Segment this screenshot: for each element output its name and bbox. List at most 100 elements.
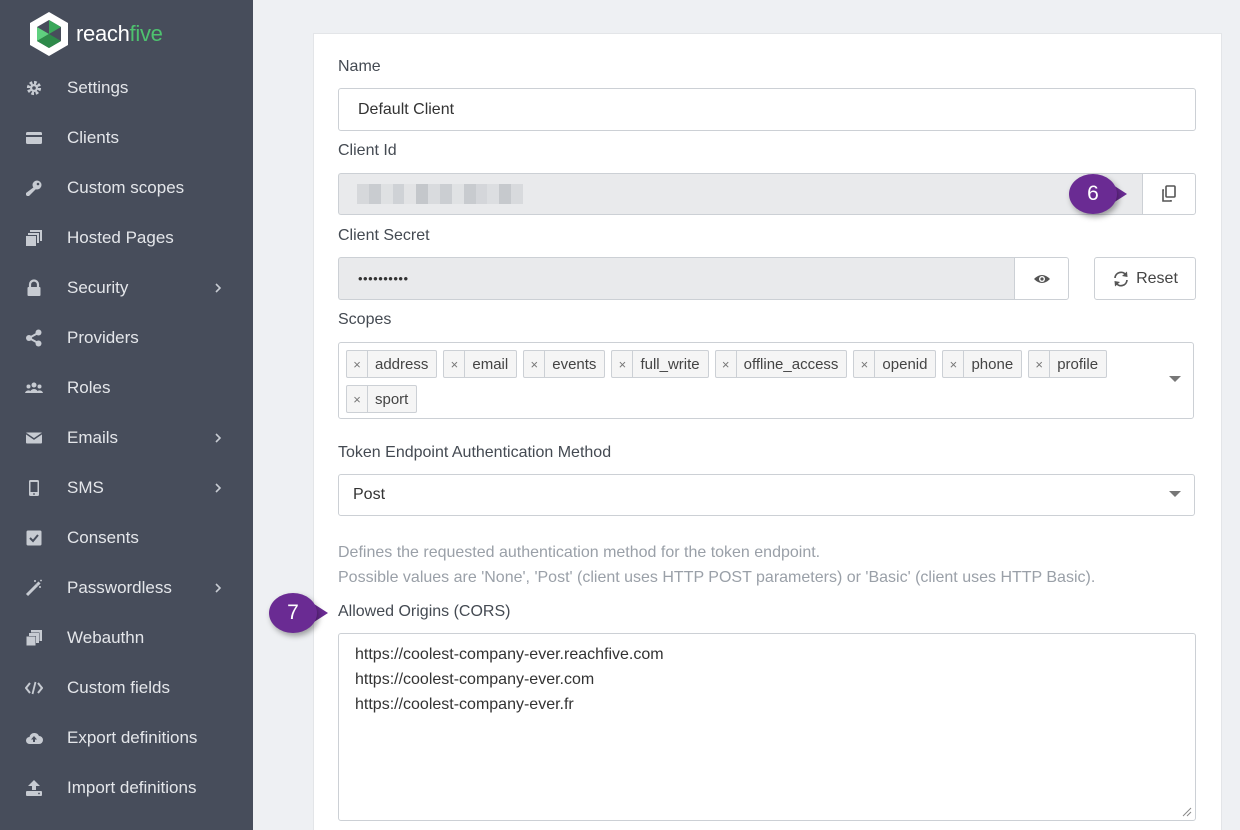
- origin-line: https://coolest-company-ever.fr: [355, 696, 574, 713]
- sidebar-item-label: Settings: [67, 78, 129, 97]
- key-icon: [24, 178, 44, 198]
- phone-icon: [24, 478, 44, 498]
- sidebar-nav: Settings Clients Custom scopes Hosted Pa…: [0, 63, 253, 813]
- chevron-right-icon: [215, 283, 222, 293]
- copy-client-id-button[interactable]: [1142, 173, 1196, 215]
- scope-tag: × full_write: [611, 350, 709, 378]
- callout-6-number: 6: [1087, 182, 1099, 205]
- sidebar-item-label: Hosted Pages: [67, 228, 174, 247]
- sidebar-item-sms[interactable]: SMS: [0, 463, 253, 513]
- sidebar-item-roles[interactable]: Roles: [0, 363, 253, 413]
- sidebar-item-security[interactable]: Security: [0, 263, 253, 313]
- sidebar-item-label: Security: [67, 278, 129, 297]
- scopes-multiselect[interactable]: × address × email × events × full_write × off…: [338, 342, 1194, 419]
- remove-tag-icon[interactable]: ×: [347, 351, 368, 377]
- chevron-right-icon: [215, 483, 222, 493]
- token-method-caret-icon[interactable]: [1169, 491, 1181, 497]
- code-icon: [24, 678, 44, 698]
- sidebar-item-label: Custom fields: [67, 678, 170, 697]
- allowed-origins-label: Allowed Origins (CORS): [338, 603, 511, 620]
- scope-tag: × address: [346, 350, 438, 378]
- sidebar-item-export-definitions[interactable]: Export definitions: [0, 713, 253, 763]
- remove-tag-icon[interactable]: ×: [854, 351, 876, 377]
- sidebar-item-custom-fields[interactable]: Custom fields: [0, 663, 253, 713]
- sidebar-item-import-definitions[interactable]: Import definitions: [0, 763, 253, 813]
- client-id-label: Client Id: [338, 142, 397, 159]
- sidebar-item-label: SMS: [67, 478, 104, 497]
- gear-icon: [24, 78, 44, 98]
- sidebar-item-custom-scopes[interactable]: Custom scopes: [0, 163, 253, 213]
- sidebar-item-settings[interactable]: Settings: [0, 63, 253, 113]
- remove-tag-icon[interactable]: ×: [716, 351, 737, 377]
- reachfive-logo-icon: [30, 12, 68, 56]
- sidebar-item-clients[interactable]: Clients: [0, 113, 253, 163]
- token-method-value: Post: [353, 486, 386, 503]
- scope-tag-label: sport: [375, 390, 409, 408]
- token-method-select[interactable]: Post: [338, 474, 1195, 516]
- callout-badge-6: 6: [1069, 174, 1117, 214]
- scope-tag: × email: [443, 350, 518, 378]
- remove-tag-icon[interactable]: ×: [444, 351, 466, 377]
- scope-tag-label: full_write: [640, 355, 700, 373]
- brand-suffix: five: [129, 21, 163, 46]
- refresh-icon: [1114, 270, 1128, 287]
- name-input[interactable]: Default Client: [338, 88, 1196, 131]
- token-method-help-line-1: Defines the requested authentication met…: [338, 544, 821, 561]
- share-icon: [24, 328, 44, 348]
- name-label: Name: [338, 58, 381, 75]
- envelope-icon: [24, 428, 44, 448]
- sidebar-item-label: Providers: [67, 328, 139, 347]
- origin-line: https://coolest-company-ever.com: [355, 671, 595, 688]
- client-secret-input[interactable]: ••••••••••: [338, 257, 1016, 300]
- sidebar-item-label: Roles: [67, 378, 111, 397]
- sidebar-item-passwordless[interactable]: Passwordless: [0, 563, 253, 613]
- reset-secret-button[interactable]: Reset: [1094, 257, 1196, 300]
- remove-tag-icon[interactable]: ×: [943, 351, 965, 377]
- reset-label: Reset: [1136, 269, 1178, 287]
- remove-tag-icon[interactable]: ×: [612, 351, 634, 377]
- scope-tag: × sport: [346, 385, 418, 413]
- name-value: Default Client: [358, 100, 455, 118]
- scope-tag: × phone: [942, 350, 1023, 378]
- sidebar-item-label: Export definitions: [67, 728, 198, 747]
- remove-tag-icon[interactable]: ×: [1029, 351, 1051, 377]
- sidebar-item-label: Webauthn: [67, 628, 145, 647]
- cloud-upload-icon: [24, 728, 44, 748]
- token-method-label: Token Endpoint Authentication Method: [338, 444, 612, 461]
- scope-tag-label: offline_access: [743, 355, 839, 373]
- scope-tag-label: openid: [882, 355, 928, 373]
- scope-tag-label: events: [552, 355, 597, 373]
- client-id-redacted-value: [357, 184, 524, 204]
- origin-line: https://coolest-company-ever.reachfive.c…: [355, 646, 664, 663]
- scope-tag-label: address: [375, 355, 429, 373]
- scopes-dropdown-caret-icon[interactable]: [1169, 376, 1181, 382]
- chevron-right-icon: [215, 433, 222, 443]
- checkbox-icon: [24, 528, 44, 548]
- callout-7-number: 7: [287, 601, 299, 624]
- resize-handle-icon[interactable]: [1182, 807, 1192, 817]
- scope-tag-label: phone: [971, 355, 1014, 373]
- allowed-origins-textarea[interactable]: https://coolest-company-ever.reachfive.c…: [338, 633, 1196, 821]
- sidebar-item-providers[interactable]: Providers: [0, 313, 253, 363]
- remove-tag-icon[interactable]: ×: [524, 351, 546, 377]
- brand-prefix: reach: [76, 21, 130, 46]
- lock-icon: [24, 278, 44, 298]
- sidebar-item-consents[interactable]: Consents: [0, 513, 253, 563]
- sidebar-item-hosted-pages[interactable]: Hosted Pages: [0, 213, 253, 263]
- remove-tag-icon[interactable]: ×: [347, 386, 368, 412]
- scope-tag: × events: [523, 350, 606, 378]
- show-secret-button[interactable]: [1014, 257, 1069, 300]
- stack-icon: [24, 628, 44, 648]
- client-secret-value: ••••••••••: [358, 271, 409, 286]
- brand-logo[interactable]: reachfive: [25, 10, 163, 58]
- scope-tag-label: email: [472, 355, 509, 373]
- sidebar-item-label: Clients: [67, 128, 119, 147]
- chevron-right-icon: [215, 583, 222, 593]
- copy-icon: [1162, 185, 1176, 202]
- sidebar-item-webauthn[interactable]: Webauthn: [0, 613, 253, 663]
- sidebar: reachfive Settings Clients Custom scopes…: [0, 0, 253, 830]
- sidebar-item-label: Import definitions: [67, 778, 197, 797]
- sidebar-item-emails[interactable]: Emails: [0, 413, 253, 463]
- sidebar-item-label: Custom scopes: [67, 178, 185, 197]
- upload-icon: [24, 778, 44, 798]
